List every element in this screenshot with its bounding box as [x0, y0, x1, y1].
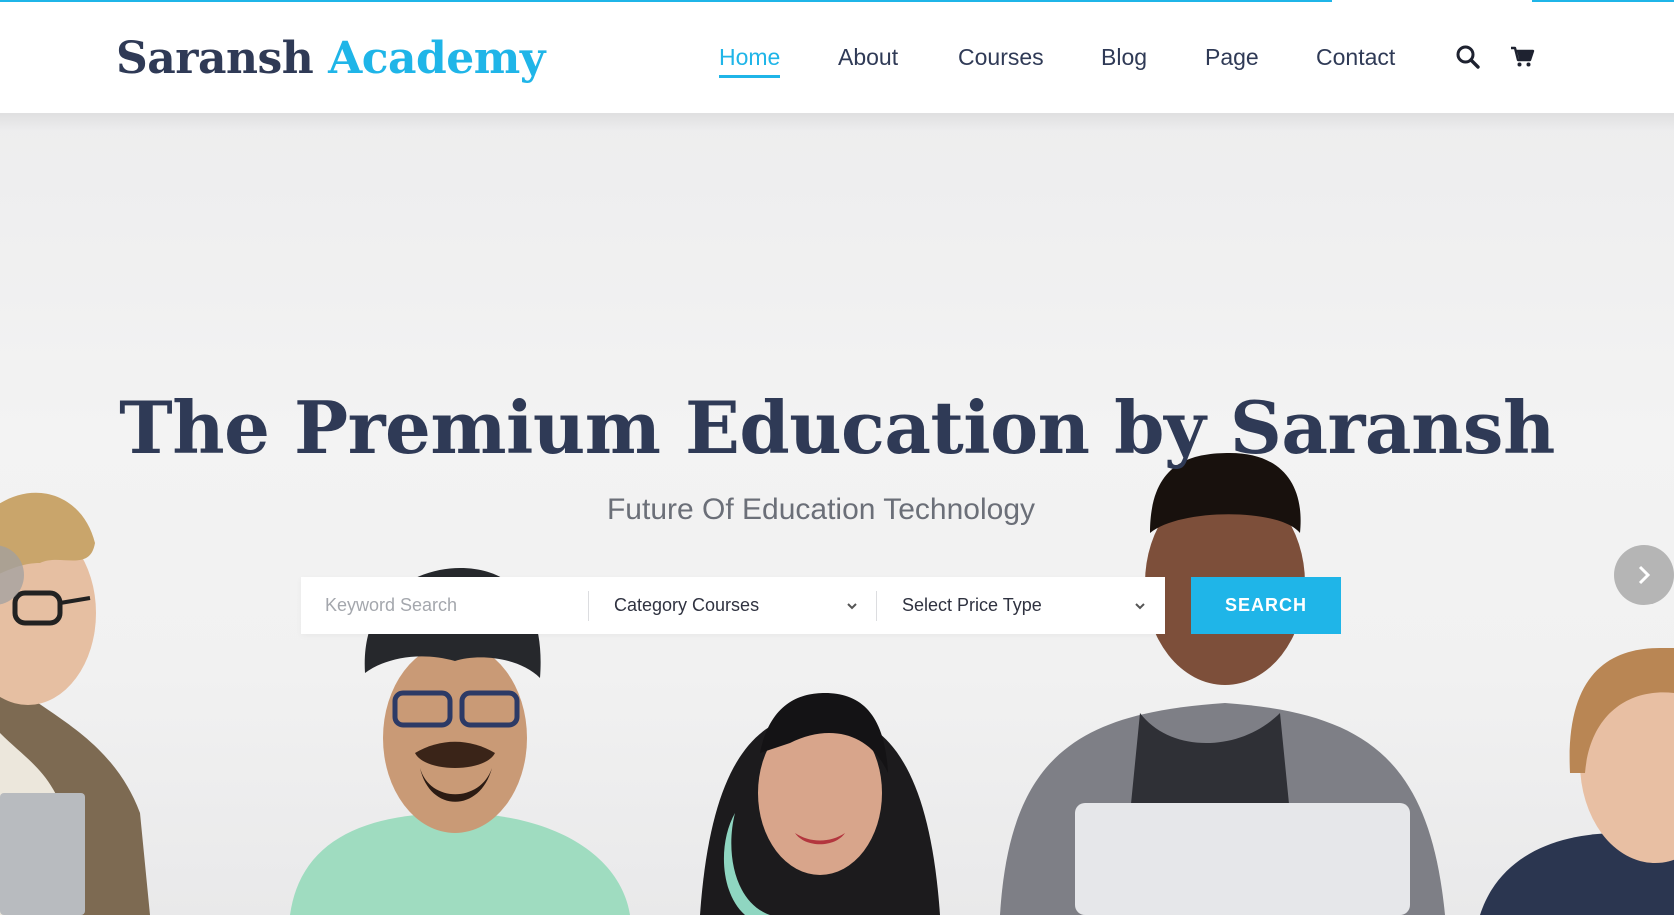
- slider-next-button[interactable]: [1614, 545, 1674, 605]
- chevron-down-icon: [1133, 599, 1147, 613]
- keyword-search-input[interactable]: [325, 595, 580, 616]
- chevron-right-icon: [1638, 565, 1651, 585]
- person-far-right: [1480, 648, 1674, 915]
- hero-subtitle: Future Of Education Technology: [606, 493, 1036, 526]
- person-center: [700, 693, 940, 915]
- nav-item-about[interactable]: About: [838, 42, 898, 72]
- category-select-value: Category Courses: [614, 595, 760, 615]
- nav-item-page[interactable]: Page: [1205, 42, 1259, 72]
- search-icon[interactable]: [1455, 44, 1481, 70]
- chevron-down-icon: [845, 599, 859, 613]
- search-button[interactable]: SEARCH: [1191, 577, 1341, 634]
- cart-icon[interactable]: [1510, 44, 1536, 70]
- course-search-bar: Category Courses Select Price Type: [301, 577, 1165, 634]
- chevron-left-icon: [0, 545, 24, 605]
- hero-title: The Premium Education by Saransh: [119, 385, 1555, 470]
- price-type-select-value: Select Price Type: [902, 595, 1042, 615]
- nav-item-contact[interactable]: Contact: [1316, 42, 1395, 72]
- category-select[interactable]: Category Courses: [614, 577, 872, 634]
- nav-item-home[interactable]: Home: [719, 42, 781, 78]
- slider-prev-button[interactable]: [0, 545, 24, 605]
- price-type-select[interactable]: Select Price Type: [902, 577, 1160, 634]
- nav-item-blog[interactable]: Blog: [1101, 42, 1147, 72]
- keyword-search-field: [325, 577, 580, 634]
- search-divider: [876, 591, 877, 621]
- hero-banner: The Premium Education by Saransh Future …: [0, 113, 1674, 915]
- search-divider: [588, 591, 589, 621]
- site-header: Saransh Academy Home About Courses Blog …: [0, 2, 1674, 113]
- main-nav: Home About Courses Blog Page Contact: [0, 2, 1674, 113]
- nav-item-courses[interactable]: Courses: [958, 42, 1044, 72]
